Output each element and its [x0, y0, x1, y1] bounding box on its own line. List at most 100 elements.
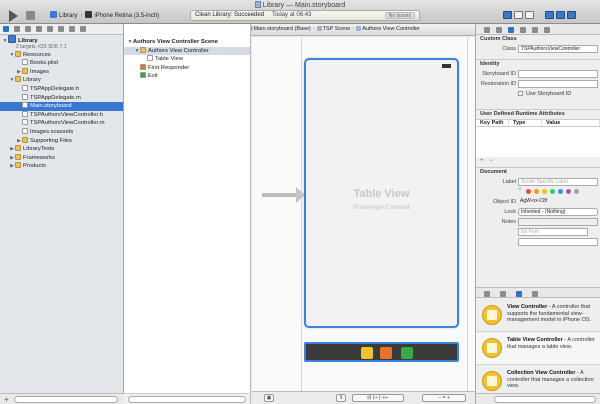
tree-row[interactable]: TSPAppDelegate.m: [0, 93, 123, 103]
tree-row[interactable]: TSPAppDelegate.h: [0, 84, 123, 94]
toggle-outline-button[interactable]: ▣: [264, 394, 274, 402]
breadcrumb-item[interactable]: TSP Scene: [323, 26, 351, 32]
label-color-swatch[interactable]: [534, 189, 539, 194]
storyboard-doc-icon: [254, 1, 261, 8]
library-item-title: Table View Controller: [507, 337, 563, 343]
toggle-debug-button[interactable]: [556, 11, 565, 19]
debug-icon[interactable]: [58, 26, 64, 32]
tree-row[interactable]: ▼ Library: [0, 76, 123, 85]
notes-toolbar[interactable]: [518, 218, 598, 226]
breadcrumb-item[interactable]: Authors View Controller: [362, 26, 420, 32]
tree-row[interactable]: ▶ LibraryTests: [0, 145, 123, 154]
scene-header[interactable]: ▼Authors View Controller Scene: [124, 38, 250, 47]
scheme-selector[interactable]: Library › iPhone Retina (3.5-inch): [50, 11, 159, 19]
library-item[interactable]: Table View Controller - A controller tha…: [476, 333, 600, 365]
tree-row[interactable]: ▶ Frameworks: [0, 153, 123, 163]
toggle-navigator-button[interactable]: [545, 11, 554, 19]
tree-row[interactable]: Images.xcassets: [0, 127, 123, 137]
breadcrumb-separator: ›: [312, 26, 315, 32]
media-library-icon[interactable]: [532, 291, 538, 297]
breakpoint-icon[interactable]: [69, 26, 75, 32]
assistant-editor-button[interactable]: [514, 11, 523, 19]
size-inspector-icon[interactable]: [532, 27, 538, 33]
pin-button[interactable]: ⫴: [336, 394, 346, 402]
column-header: Type: [509, 120, 542, 126]
storyboard-id-field[interactable]: [518, 70, 598, 78]
standard-editor-button[interactable]: [503, 11, 512, 19]
library-item[interactable]: View Controller - A controller that supp…: [476, 300, 600, 332]
test-icon[interactable]: [47, 26, 53, 32]
folder-icon: [15, 162, 21, 169]
outline-row[interactable]: Exit: [124, 72, 250, 80]
file-icon: [22, 84, 28, 91]
object-library-icon[interactable]: [516, 291, 522, 297]
table-view-title: Table View: [353, 188, 410, 200]
label-color-swatch[interactable]: [566, 189, 571, 194]
font-field[interactable]: No Font: [518, 228, 588, 236]
outline-row[interactable]: Table View: [124, 55, 250, 63]
field-label: Lock: [504, 209, 516, 215]
label-color-swatch[interactable]: [550, 189, 555, 194]
view-controller-icon[interactable]: [361, 347, 373, 359]
tree-row-label: TSPAppDelegate.h: [30, 85, 80, 92]
project-icon: [8, 35, 16, 43]
tree-row[interactable]: ▼ Resources: [0, 50, 123, 60]
connections-inspector-icon[interactable]: [544, 27, 550, 33]
attributes-inspector-icon[interactable]: [520, 27, 526, 33]
folder-icon[interactable]: [3, 26, 9, 32]
view-controller-scene[interactable]: Table View Prototype Content: [304, 58, 459, 328]
outline-row[interactable]: ▼ Authors View Controller: [124, 47, 250, 56]
breadcrumb-icon: [356, 26, 362, 31]
issues-badge[interactable]: No Issues: [384, 12, 415, 19]
tree-row[interactable]: Main.storyboard: [0, 102, 123, 111]
label-color-swatch[interactable]: [574, 189, 579, 194]
outline-filter-input[interactable]: [128, 396, 246, 403]
zoom-controls[interactable]: − = +: [422, 394, 466, 402]
search-icon[interactable]: [25, 26, 31, 32]
quick-help-icon[interactable]: [496, 27, 502, 33]
tree-row-label: TSPAuthorsViewController.m: [30, 120, 105, 127]
run-button[interactable]: [9, 10, 18, 22]
stop-button[interactable]: [26, 11, 35, 20]
exit-icon[interactable]: [401, 347, 413, 359]
file-template-icon[interactable]: [484, 291, 490, 297]
tree-row[interactable]: ▶ Images: [0, 67, 123, 77]
version-editor-button[interactable]: [525, 11, 534, 19]
tree-row[interactable]: TSPAuthorsViewController.m: [0, 119, 123, 128]
toggle-utilities-button[interactable]: [567, 11, 576, 19]
breadcrumb-item[interactable]: Main.storyboard (Base): [254, 26, 311, 32]
label-field[interactable]: Xcode Specific Label: [518, 178, 598, 186]
attributes-table[interactable]: [476, 127, 600, 157]
library-filter-input[interactable]: [494, 396, 596, 403]
clear-label-icon[interactable]: ×: [518, 187, 523, 193]
add-file-button[interactable]: +: [4, 395, 9, 404]
section-header: User Defined Runtime Attributes: [480, 111, 565, 117]
outline-row[interactable]: First Responder: [124, 63, 250, 72]
tree-row[interactable]: ▶ Products: [0, 162, 123, 171]
lock-popup[interactable]: Inherited - (Nothing): [518, 208, 598, 216]
tree-row[interactable]: TSPAuthorsViewController.h: [0, 110, 123, 120]
tree-row[interactable]: ▶ Supporting Files: [0, 136, 123, 146]
layout-tools-button[interactable]: ⊟ |‹› |⊣⊢: [352, 394, 404, 402]
label-color-swatch[interactable]: [542, 189, 547, 194]
add-attribute-button[interactable]: +: [480, 158, 484, 164]
use-storyboard-id-checkbox[interactable]: [518, 91, 523, 96]
label-color-swatch[interactable]: [558, 189, 563, 194]
identity-inspector-icon[interactable]: [508, 27, 514, 33]
class-field[interactable]: TSPAuthorsViewController: [518, 45, 598, 53]
navigator-filter-input[interactable]: [14, 396, 118, 403]
code-snippet-icon[interactable]: [500, 291, 506, 297]
tree-row[interactable]: Books.plist: [0, 59, 123, 68]
project-navigator: ▼ Library 2 targets, iOS SDK 7.1 ▼ Resourc…: [0, 24, 124, 404]
remove-attribute-button[interactable]: −: [489, 158, 493, 164]
notes-text-field[interactable]: [518, 238, 598, 246]
file-inspector-icon[interactable]: [484, 27, 490, 33]
restoration-id-field[interactable]: [518, 80, 598, 88]
log-icon[interactable]: [80, 26, 86, 32]
warning-icon[interactable]: [36, 26, 42, 32]
field-label: Label: [502, 179, 516, 185]
first-responder-icon[interactable]: [380, 347, 392, 359]
project-row[interactable]: ▼ Library: [0, 35, 123, 44]
label-color-swatch[interactable]: [526, 189, 531, 194]
symbol-icon[interactable]: [14, 26, 20, 32]
